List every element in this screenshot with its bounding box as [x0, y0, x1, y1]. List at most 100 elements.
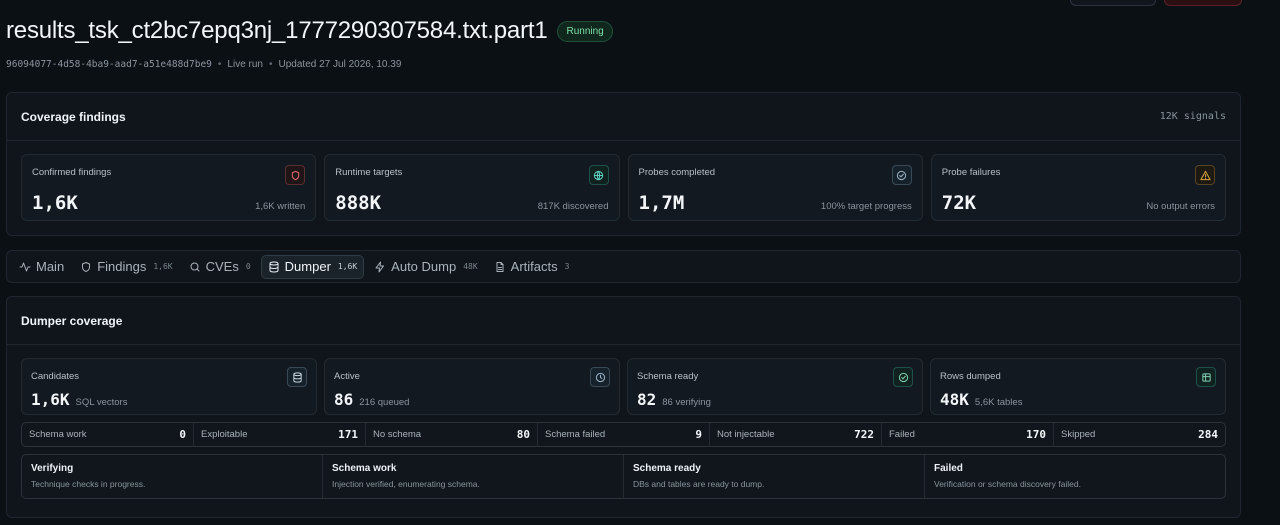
stat-card-probe-failures: Probe failures 72K No output errors	[930, 154, 1226, 221]
file-icon	[496, 261, 504, 272]
legend-desc: DBs and tables are ready to dump.	[633, 479, 765, 489]
stat-value: 82	[637, 390, 657, 409]
globe-icon	[588, 165, 609, 185]
stage-legend: Verifying Technique checks in progress. …	[21, 454, 1226, 499]
tab-count: 1,6K	[153, 262, 173, 271]
count-value: 171	[338, 428, 358, 441]
run-id: 96094077-4d58-4ba9-aad7-a51e488d7be9	[6, 59, 212, 70]
tab-dumper[interactable]: Dumper 1,6K	[260, 254, 365, 279]
tab-bar: Main Findings 1,6K CVEs 0 Dumper 1,6K Au…	[6, 250, 1241, 283]
legend-desc: Technique checks in progress.	[31, 479, 146, 489]
tab-count: 3	[564, 262, 570, 271]
top-action-button[interactable]	[1070, 0, 1156, 6]
stat-sub: 1,6K written	[255, 201, 306, 212]
tab-cves[interactable]: CVEs 0	[183, 255, 257, 279]
legend-title: Verifying	[31, 463, 74, 474]
count-value: 0	[179, 428, 186, 441]
legend-title: Failed	[934, 463, 963, 474]
tab-artifacts[interactable]: Artifacts 3	[488, 255, 576, 279]
stat-card-probes-completed: Probes completed 1,7M 100% target progre…	[627, 154, 923, 221]
stop-button[interactable]	[1164, 0, 1242, 6]
tab-main[interactable]: Main	[13, 255, 70, 279]
stat-sub: No output errors	[1146, 201, 1215, 212]
count-label: Schema work	[29, 429, 87, 440]
zap-icon	[375, 261, 385, 272]
activity-icon	[19, 262, 31, 271]
clock-icon	[590, 367, 610, 387]
shield-icon	[285, 165, 306, 185]
stat-card-candidates: Candidates 1,6K SQL vectors	[21, 358, 317, 415]
count-not-injectable: Not injectable 722	[710, 423, 882, 446]
tab-label: Dumper	[284, 259, 331, 274]
count-skipped: Skipped 284	[1054, 423, 1225, 446]
stat-label: Probes completed	[638, 167, 716, 178]
legend-failed: Failed Verification or schema discovery …	[925, 455, 1225, 498]
count-exploitable: Exploitable 171	[194, 423, 366, 446]
count-value: 170	[1026, 428, 1046, 441]
legend-desc: Verification or schema discovery failed.	[934, 479, 1081, 489]
tab-label: Auto Dump	[391, 259, 457, 274]
stat-sub: 5,6K tables	[974, 397, 1023, 408]
stat-label: Candidates	[31, 371, 80, 382]
tab-findings[interactable]: Findings 1,6K	[74, 255, 178, 279]
stat-label: Active	[334, 371, 360, 382]
stat-sub: 86 verifying	[662, 397, 711, 408]
run-mode: Live run	[227, 59, 263, 70]
check-circle-icon	[893, 367, 913, 387]
count-label: Failed	[889, 429, 915, 440]
dumper-panel: Dumper coverage Candidates 1,6K SQL vect…	[6, 296, 1241, 518]
count-schema-work: Schema work 0	[22, 423, 194, 446]
stat-sub: 216 queued	[359, 397, 410, 408]
signals-count: 12K signals	[1159, 111, 1226, 122]
coverage-panel-header: Coverage findings 12K signals	[7, 93, 1240, 141]
stat-value: 1,6K	[31, 390, 70, 409]
legend-verifying: Verifying Technique checks in progress.	[22, 455, 323, 498]
dumper-title: Dumper coverage	[21, 313, 123, 328]
count-label: Schema failed	[545, 429, 606, 440]
count-label: Not injectable	[717, 429, 775, 440]
count-label: Skipped	[1061, 429, 1096, 440]
count-value: 722	[854, 428, 874, 441]
stat-label: Probe failures	[941, 167, 1001, 178]
stat-card-rows-dumped: Rows dumped 48K 5,6K tables	[930, 358, 1226, 415]
updated-time: Updated 27 Jul 2026, 10.39	[278, 59, 402, 70]
stat-card-schema-ready: Schema ready 82 86 verifying	[627, 358, 923, 415]
stat-label: Schema ready	[637, 371, 699, 382]
tab-label: Findings	[97, 259, 147, 274]
count-failed: Failed 170	[882, 423, 1054, 446]
stat-value: 86	[334, 390, 354, 409]
stat-label: Rows dumped	[940, 371, 1001, 382]
stat-value: 1,7M	[638, 192, 685, 214]
count-value: 284	[1198, 428, 1218, 441]
page-title: results_tsk_ct2bc7epq3nj_1777290307584.t…	[6, 17, 548, 44]
count-value: 80	[516, 428, 530, 441]
search-icon	[190, 262, 200, 271]
status-counts: Schema work 0 Exploitable 171 No schema …	[21, 422, 1226, 447]
stat-label: Confirmed findings	[32, 167, 112, 178]
count-schema-failed: Schema failed 9	[538, 423, 710, 446]
legend-title: Schema ready	[633, 463, 701, 474]
legend-schema-work: Schema work Injection verified, enumerat…	[323, 455, 624, 498]
status-badge: Running	[557, 20, 613, 42]
stat-sub: SQL vectors	[75, 397, 128, 408]
tab-auto-dump[interactable]: Auto Dump 48K	[368, 255, 484, 279]
stat-sub: 817K discovered	[537, 201, 609, 212]
count-label: Exploitable	[201, 429, 248, 440]
separator-dot: •	[217, 59, 222, 70]
stat-value: 1,6K	[32, 192, 78, 214]
legend-title: Schema work	[332, 463, 397, 474]
legend-schema-ready: Schema ready DBs and tables are ready to…	[624, 455, 925, 498]
stat-card-confirmed-findings: Confirmed findings 1,6K 1,6K written	[21, 154, 317, 221]
tab-count: 48K	[463, 262, 478, 271]
coverage-panel: Coverage findings 12K signals Confirmed …	[6, 92, 1241, 236]
stat-card-active: Active 86 216 queued	[324, 358, 620, 415]
separator-dot: •	[269, 59, 273, 70]
stat-value: 72K	[941, 192, 977, 214]
check-circle-icon	[891, 165, 912, 185]
tab-label: Main	[36, 259, 65, 274]
shield-icon	[82, 261, 91, 272]
page-header: results_tsk_ct2bc7epq3nj_1777290307584.t…	[6, 17, 613, 45]
stat-value: 888K	[335, 192, 382, 214]
stat-label: Runtime targets	[335, 167, 403, 178]
table-icon	[1196, 367, 1216, 387]
